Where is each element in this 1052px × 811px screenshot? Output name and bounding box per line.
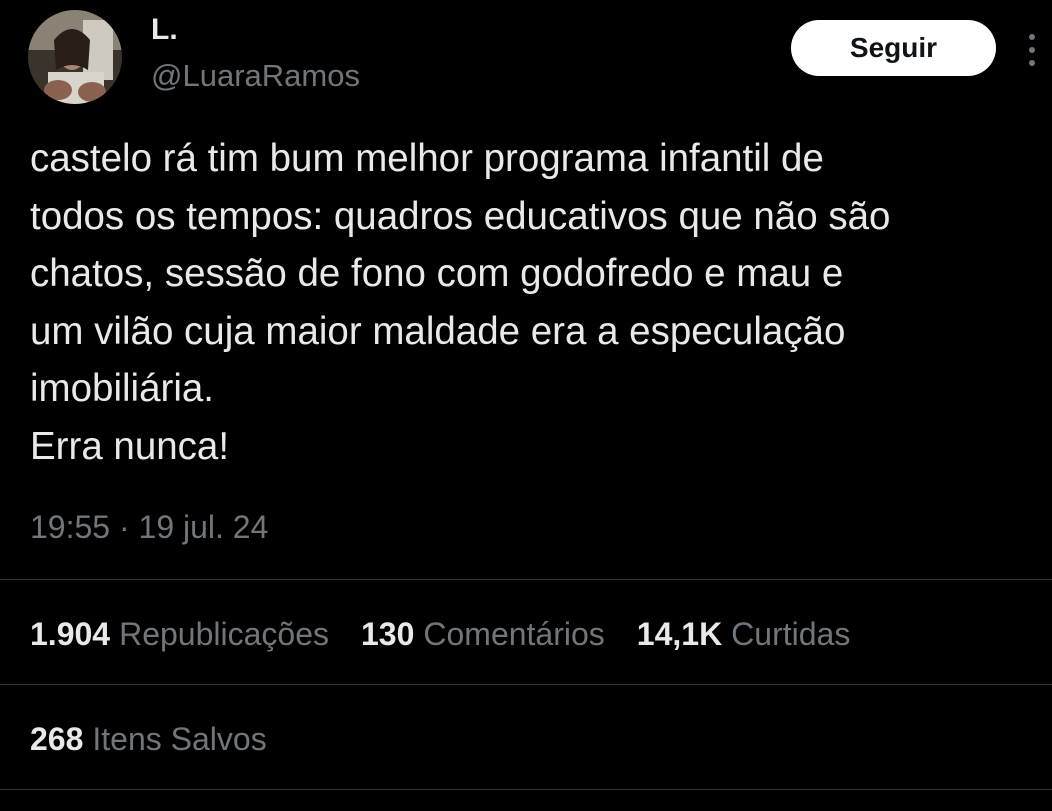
engagement-stats: 1.904 Republicações 130 Comentários 14,1… xyxy=(30,612,882,656)
comments-count: 130 xyxy=(360,616,415,652)
follow-button[interactable]: Seguir xyxy=(791,20,996,76)
avatar[interactable] xyxy=(28,10,122,104)
tweet-date: 19 jul. 24 xyxy=(138,509,269,545)
tweet-header: L. @LuaraRamos Seguir xyxy=(0,0,1052,120)
divider xyxy=(0,789,1052,790)
likes-label: Curtidas xyxy=(731,616,851,652)
likes-count: 14,1K xyxy=(636,616,723,652)
saves-count: 268 xyxy=(30,721,84,757)
author-name[interactable]: L. xyxy=(151,12,178,48)
divider xyxy=(0,579,1052,580)
author-handle[interactable]: @LuaraRamos xyxy=(151,58,360,94)
more-dot xyxy=(1029,60,1035,66)
more-dot xyxy=(1029,47,1035,53)
tweet-timestamp[interactable]: 19:55 · 19 jul. 24 xyxy=(30,505,268,549)
saves-stats: 268 Itens Salvos xyxy=(30,717,299,761)
tweet-time: 19:55 xyxy=(30,509,111,545)
reposts-label: Republicações xyxy=(119,616,329,652)
avatar-image xyxy=(28,10,122,104)
comments-stat[interactable]: 130 Comentários xyxy=(361,612,605,656)
more-dot xyxy=(1029,34,1035,40)
comments-label: Comentários xyxy=(423,616,605,652)
saves-label: Itens Salvos xyxy=(92,721,267,757)
likes-stat[interactable]: 14,1K Curtidas xyxy=(637,612,851,656)
saves-stat[interactable]: 268 Itens Salvos xyxy=(30,717,267,761)
reposts-stat[interactable]: 1.904 Republicações xyxy=(30,612,329,656)
reposts-count: 1.904 xyxy=(30,616,111,652)
tweet-text: castelo rá tim bum melhor programa infan… xyxy=(30,137,891,468)
divider xyxy=(0,684,1052,685)
timestamp-separator: · xyxy=(118,509,130,545)
more-options-icon[interactable] xyxy=(1018,28,1046,72)
